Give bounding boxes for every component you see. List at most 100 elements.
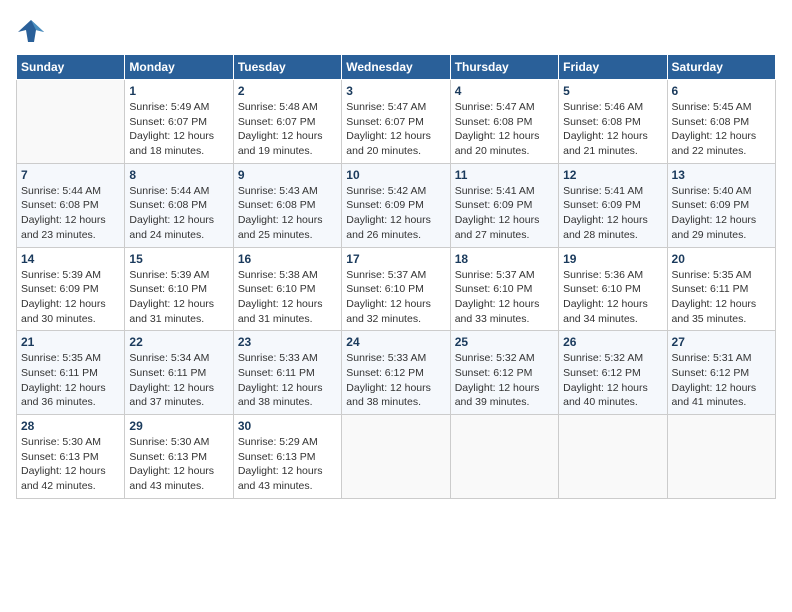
- calendar-cell: 26 Sunrise: 5:32 AM Sunset: 6:12 PM Dayli…: [559, 331, 667, 415]
- day-number: 29: [129, 419, 228, 433]
- day-info: Sunrise: 5:40 AM Sunset: 6:09 PM Dayligh…: [672, 184, 771, 243]
- day-number: 24: [346, 335, 445, 349]
- day-info: Sunrise: 5:47 AM Sunset: 6:08 PM Dayligh…: [455, 100, 554, 159]
- day-number: 14: [21, 252, 120, 266]
- day-info: Sunrise: 5:39 AM Sunset: 6:09 PM Dayligh…: [21, 268, 120, 327]
- day-info: Sunrise: 5:30 AM Sunset: 6:13 PM Dayligh…: [21, 435, 120, 494]
- calendar-cell: 12 Sunrise: 5:41 AM Sunset: 6:09 PM Dayli…: [559, 163, 667, 247]
- day-info: Sunrise: 5:48 AM Sunset: 6:07 PM Dayligh…: [238, 100, 337, 159]
- calendar-cell: 4 Sunrise: 5:47 AM Sunset: 6:08 PM Daylig…: [450, 80, 558, 164]
- day-info: Sunrise: 5:42 AM Sunset: 6:09 PM Dayligh…: [346, 184, 445, 243]
- calendar-cell: 10 Sunrise: 5:42 AM Sunset: 6:09 PM Dayli…: [342, 163, 450, 247]
- day-info: Sunrise: 5:35 AM Sunset: 6:11 PM Dayligh…: [21, 351, 120, 410]
- calendar-week-4: 21 Sunrise: 5:35 AM Sunset: 6:11 PM Dayli…: [17, 331, 776, 415]
- day-number: 27: [672, 335, 771, 349]
- weekday-header-thursday: Thursday: [450, 55, 558, 80]
- day-number: 4: [455, 84, 554, 98]
- day-number: 18: [455, 252, 554, 266]
- calendar-cell: 17Sunrise: 5:37 AM Sunset: 6:10 PM Dayli…: [342, 247, 450, 331]
- calendar-cell: 5Sunrise: 5:46 AM Sunset: 6:08 PM Daylig…: [559, 80, 667, 164]
- day-info: Sunrise: 5:35 AM Sunset: 6:11 PM Dayligh…: [672, 268, 771, 327]
- calendar-week-3: 14 Sunrise: 5:39 AM Sunset: 6:09 PM Dayli…: [17, 247, 776, 331]
- calendar-cell: [667, 415, 775, 499]
- day-number: 16: [238, 252, 337, 266]
- calendar-cell: 28 Sunrise: 5:30 AM Sunset: 6:13 PM Dayli…: [17, 415, 125, 499]
- day-info: Sunrise: 5:32 AM Sunset: 6:12 PM Dayligh…: [455, 351, 554, 410]
- day-info: Sunrise: 5:36 AM Sunset: 6:10 PM Dayligh…: [563, 268, 662, 327]
- calendar-cell: 15 Sunrise: 5:39 AM Sunset: 6:10 PM Dayli…: [125, 247, 233, 331]
- weekday-header-saturday: Saturday: [667, 55, 775, 80]
- day-number: 19: [563, 252, 662, 266]
- day-number: 21: [21, 335, 120, 349]
- day-info: Sunrise: 5:38 AM Sunset: 6:10 PM Dayligh…: [238, 268, 337, 327]
- day-info: Sunrise: 5:43 AM Sunset: 6:08 PM Dayligh…: [238, 184, 337, 243]
- day-number: 15: [129, 252, 228, 266]
- day-number: 7: [21, 168, 120, 182]
- day-info: Sunrise: 5:31 AM Sunset: 6:12 PM Dayligh…: [672, 351, 771, 410]
- day-number: 8: [129, 168, 228, 182]
- day-number: 30: [238, 419, 337, 433]
- calendar-cell: 18 Sunrise: 5:37 AM Sunset: 6:10 PM Dayli…: [450, 247, 558, 331]
- logo: [16, 16, 50, 46]
- day-number: 26: [563, 335, 662, 349]
- calendar-cell: 11Sunrise: 5:41 AM Sunset: 6:09 PM Dayli…: [450, 163, 558, 247]
- day-info: Sunrise: 5:33 AM Sunset: 6:11 PM Dayligh…: [238, 351, 337, 410]
- calendar-cell: 9 Sunrise: 5:43 AM Sunset: 6:08 PM Daylig…: [233, 163, 341, 247]
- day-number: 10: [346, 168, 445, 182]
- day-info: Sunrise: 5:37 AM Sunset: 6:10 PM Dayligh…: [346, 268, 445, 327]
- calendar-week-5: 28 Sunrise: 5:30 AM Sunset: 6:13 PM Dayli…: [17, 415, 776, 499]
- weekday-header-sunday: Sunday: [17, 55, 125, 80]
- day-info: Sunrise: 5:32 AM Sunset: 6:12 PM Dayligh…: [563, 351, 662, 410]
- day-info: Sunrise: 5:30 AM Sunset: 6:13 PM Dayligh…: [129, 435, 228, 494]
- day-info: Sunrise: 5:44 AM Sunset: 6:08 PM Dayligh…: [129, 184, 228, 243]
- day-info: Sunrise: 5:41 AM Sunset: 6:09 PM Dayligh…: [455, 184, 554, 243]
- weekday-header-wednesday: Wednesday: [342, 55, 450, 80]
- calendar-cell: [17, 80, 125, 164]
- day-number: 2: [238, 84, 337, 98]
- calendar-week-2: 7 Sunrise: 5:44 AM Sunset: 6:08 PM Daylig…: [17, 163, 776, 247]
- calendar-cell: 16 Sunrise: 5:38 AM Sunset: 6:10 PM Dayli…: [233, 247, 341, 331]
- calendar-cell: 19 Sunrise: 5:36 AM Sunset: 6:10 PM Dayli…: [559, 247, 667, 331]
- calendar-cell: [342, 415, 450, 499]
- page-header: [16, 16, 776, 46]
- calendar-cell: 21 Sunrise: 5:35 AM Sunset: 6:11 PM Dayli…: [17, 331, 125, 415]
- calendar-body: 1Sunrise: 5:49 AM Sunset: 6:07 PM Daylig…: [17, 80, 776, 499]
- weekday-header-tuesday: Tuesday: [233, 55, 341, 80]
- day-info: Sunrise: 5:47 AM Sunset: 6:07 PM Dayligh…: [346, 100, 445, 159]
- day-info: Sunrise: 5:33 AM Sunset: 6:12 PM Dayligh…: [346, 351, 445, 410]
- weekday-header-monday: Monday: [125, 55, 233, 80]
- calendar-cell: 13 Sunrise: 5:40 AM Sunset: 6:09 PM Dayli…: [667, 163, 775, 247]
- day-info: Sunrise: 5:39 AM Sunset: 6:10 PM Dayligh…: [129, 268, 228, 327]
- day-number: 9: [238, 168, 337, 182]
- calendar-cell: 1Sunrise: 5:49 AM Sunset: 6:07 PM Daylig…: [125, 80, 233, 164]
- calendar-cell: 27 Sunrise: 5:31 AM Sunset: 6:12 PM Dayli…: [667, 331, 775, 415]
- day-number: 28: [21, 419, 120, 433]
- day-number: 13: [672, 168, 771, 182]
- day-info: Sunrise: 5:37 AM Sunset: 6:10 PM Dayligh…: [455, 268, 554, 327]
- weekday-header-friday: Friday: [559, 55, 667, 80]
- day-number: 23: [238, 335, 337, 349]
- calendar-table: SundayMondayTuesdayWednesdayThursdayFrid…: [16, 54, 776, 499]
- day-info: Sunrise: 5:29 AM Sunset: 6:13 PM Dayligh…: [238, 435, 337, 494]
- calendar-cell: 24 Sunrise: 5:33 AM Sunset: 6:12 PM Dayli…: [342, 331, 450, 415]
- calendar-cell: 7 Sunrise: 5:44 AM Sunset: 6:08 PM Daylig…: [17, 163, 125, 247]
- day-info: Sunrise: 5:49 AM Sunset: 6:07 PM Dayligh…: [129, 100, 228, 159]
- calendar-cell: 30 Sunrise: 5:29 AM Sunset: 6:13 PM Dayli…: [233, 415, 341, 499]
- day-number: 12: [563, 168, 662, 182]
- calendar-week-1: 1Sunrise: 5:49 AM Sunset: 6:07 PM Daylig…: [17, 80, 776, 164]
- weekday-header-row: SundayMondayTuesdayWednesdayThursdayFrid…: [17, 55, 776, 80]
- day-number: 22: [129, 335, 228, 349]
- day-number: 6: [672, 84, 771, 98]
- day-info: Sunrise: 5:44 AM Sunset: 6:08 PM Dayligh…: [21, 184, 120, 243]
- day-number: 5: [563, 84, 662, 98]
- calendar-cell: 22Sunrise: 5:34 AM Sunset: 6:11 PM Dayli…: [125, 331, 233, 415]
- logo-icon: [16, 16, 46, 46]
- day-number: 20: [672, 252, 771, 266]
- calendar-cell: [450, 415, 558, 499]
- day-info: Sunrise: 5:41 AM Sunset: 6:09 PM Dayligh…: [563, 184, 662, 243]
- day-number: 25: [455, 335, 554, 349]
- day-number: 3: [346, 84, 445, 98]
- calendar-cell: 29 Sunrise: 5:30 AM Sunset: 6:13 PM Dayli…: [125, 415, 233, 499]
- day-info: Sunrise: 5:45 AM Sunset: 6:08 PM Dayligh…: [672, 100, 771, 159]
- calendar-cell: 2 Sunrise: 5:48 AM Sunset: 6:07 PM Daylig…: [233, 80, 341, 164]
